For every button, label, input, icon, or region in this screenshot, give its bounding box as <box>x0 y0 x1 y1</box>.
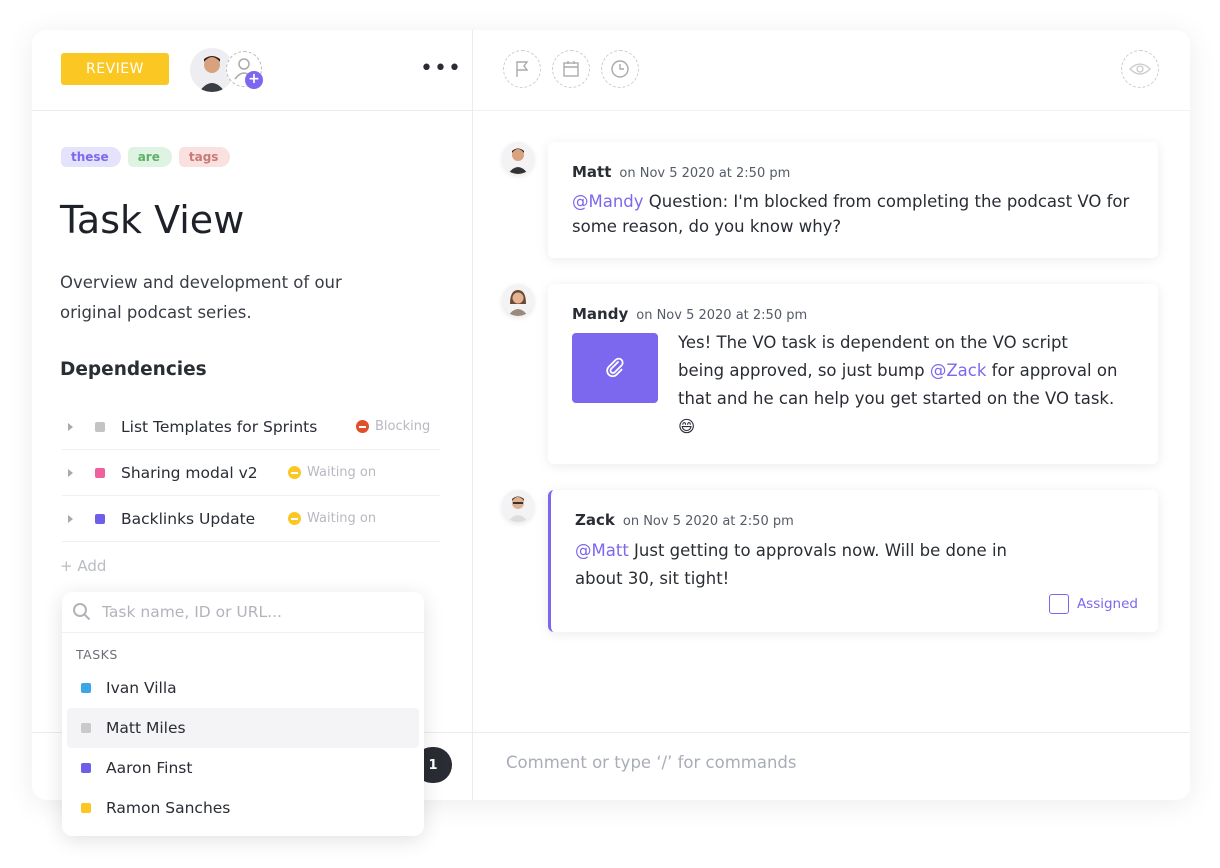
color-square <box>81 723 91 733</box>
dependency-name: Sharing modal v2 <box>121 463 258 482</box>
comment-time: on Nov 5 2020 at 2:50 pm <box>636 308 808 323</box>
caret-right-icon[interactable] <box>68 422 73 431</box>
due-date-button[interactable] <box>552 50 590 88</box>
dependency-status: Waiting on <box>288 465 376 480</box>
status-label: Blocking <box>375 419 431 434</box>
list-item[interactable]: Ivan Villa <box>67 668 419 708</box>
waiting-icon <box>288 512 301 525</box>
task-description[interactable]: Overview and development of our original… <box>60 268 390 328</box>
add-dependency-button[interactable]: + Add <box>60 557 106 575</box>
plus-icon[interactable]: + <box>245 71 263 89</box>
color-square <box>81 683 91 693</box>
dependency-name: List Templates for Sprints <box>121 417 318 436</box>
time-tracking-button[interactable] <box>601 50 639 88</box>
mention[interactable]: @Matt <box>575 541 629 560</box>
item-label: Ivan Villa <box>106 679 177 697</box>
comment-author: Zack <box>575 511 615 529</box>
clock-icon <box>611 60 629 78</box>
comment-time: on Nov 5 2020 at 2:50 pm <box>622 514 794 529</box>
comment-author: Matt <box>572 163 612 181</box>
comment-card: Mandy on Nov 5 2020 at 2:50 pm Yes! The V… <box>548 284 1158 464</box>
blocking-icon <box>356 420 369 433</box>
status-square <box>95 467 105 478</box>
divider <box>473 110 1190 111</box>
comment-body: @Matt Just getting to approvals now. Wil… <box>575 537 1045 593</box>
status-button[interactable]: REVIEW <box>61 53 169 85</box>
item-label: Aaron Finst <box>106 759 193 777</box>
list-item[interactable]: Matt Miles <box>67 708 419 748</box>
waiting-icon <box>288 466 301 479</box>
tag[interactable]: tags <box>178 147 231 167</box>
assigned-label: Assigned <box>1076 596 1138 612</box>
avatar <box>502 490 534 522</box>
comment-text: Just getting to approvals now. Will be d… <box>575 541 1007 588</box>
list-item[interactable]: Aaron Finst <box>67 748 419 788</box>
status-square <box>95 513 105 524</box>
task-search-dropdown: TASKS Ivan Villa Matt Miles Aaron Finst … <box>62 592 424 836</box>
divider <box>472 30 473 800</box>
dependency-row[interactable]: Backlinks Update Waiting on <box>62 496 440 542</box>
dependency-row[interactable]: List Templates for Sprints Blocking <box>62 404 440 450</box>
comment-text: Question: I'm blocked from completing th… <box>572 192 1130 236</box>
comment-card: Matt on Nov 5 2020 at 2:50 pm @Mandy Ques… <box>548 142 1158 258</box>
dependency-row[interactable]: Sharing modal v2 Waiting on <box>62 450 440 496</box>
item-label: Ramon Sanches <box>106 799 231 817</box>
mention[interactable]: @Mandy <box>572 192 644 211</box>
dependency-name: Backlinks Update <box>121 509 256 528</box>
dependency-status: Waiting on <box>288 511 376 526</box>
comment-body: Yes! The VO task is dependent on the VO … <box>678 329 1118 441</box>
color-square <box>81 803 91 813</box>
dependencies-heading: Dependencies <box>60 359 207 380</box>
tag-list: these are tags <box>61 147 231 167</box>
comment-body: @Mandy Question: I'm blocked from comple… <box>572 189 1134 239</box>
tag[interactable]: are <box>127 147 172 167</box>
task-search-input[interactable] <box>102 603 402 621</box>
dependency-list: List Templates for Sprints Blocking Shar… <box>62 404 440 542</box>
comment-author: Mandy <box>572 305 629 323</box>
comment-time: on Nov 5 2020 at 2:50 pm <box>619 166 791 181</box>
item-label: Matt Miles <box>106 719 186 737</box>
divider <box>32 110 472 111</box>
more-horizontal-icon[interactable]: ••• <box>420 56 462 81</box>
flag-button[interactable] <box>503 50 541 88</box>
dependency-status: Blocking <box>356 419 430 434</box>
assigned-toggle[interactable]: Assigned <box>1048 594 1138 614</box>
eye-icon <box>1129 63 1151 75</box>
status-square <box>95 421 105 432</box>
dropdown-heading: TASKS <box>76 647 118 662</box>
page-title: Task View <box>60 198 245 242</box>
calendar-icon <box>563 61 579 77</box>
status-label: Waiting on <box>307 511 377 526</box>
mention[interactable]: @Zack <box>930 361 987 380</box>
caret-right-icon[interactable] <box>68 468 73 477</box>
flag-icon <box>516 61 529 77</box>
status-label: Waiting on <box>307 465 377 480</box>
attachment[interactable] <box>572 333 658 403</box>
checkbox[interactable] <box>1048 594 1069 614</box>
list-item[interactable]: Ramon Sanches <box>67 788 419 828</box>
avatar <box>502 142 534 174</box>
comment-input[interactable]: Comment or type ‘/’ for commands <box>506 753 797 772</box>
paperclip-icon <box>606 357 624 378</box>
color-square <box>81 763 91 773</box>
avatar <box>502 284 534 316</box>
watch-button[interactable] <box>1121 50 1159 88</box>
tag[interactable]: these <box>61 147 121 167</box>
caret-right-icon[interactable] <box>68 514 73 523</box>
search-icon <box>73 603 91 621</box>
comment-card: Zack on Nov 5 2020 at 2:50 pm @Matt Just … <box>548 490 1158 632</box>
